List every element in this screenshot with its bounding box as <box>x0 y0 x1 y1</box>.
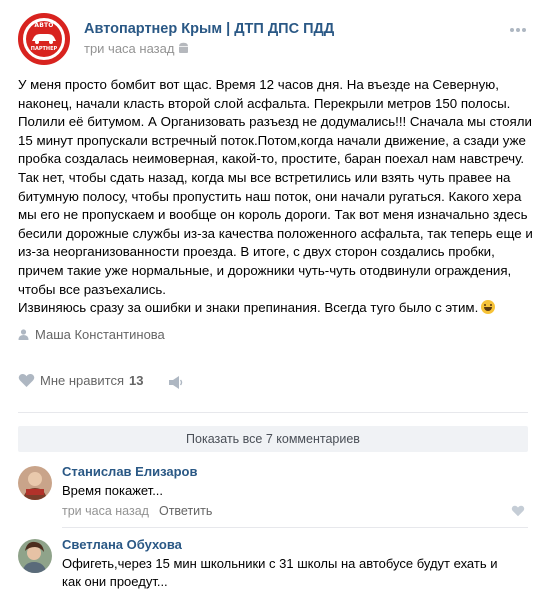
commenter-avatar[interactable] <box>18 466 52 500</box>
comment-text: Время покажет... <box>62 483 164 498</box>
post-time[interactable]: три часа назад <box>84 41 174 56</box>
share-icon[interactable] <box>169 376 183 389</box>
comment-meta: три часа назад Ответить <box>62 504 212 518</box>
post-text-line: Полили её битумом. А Организовать разъез… <box>18 114 532 130</box>
comment-time[interactable]: три часа назад <box>62 504 149 518</box>
comment-heart-icon[interactable] <box>511 505 525 517</box>
like-button[interactable]: Мне нравится 13 <box>18 373 143 393</box>
logo-text-bottom: ПАРТНЕР <box>30 46 58 52</box>
post-text-line: чтобы все разъехались. <box>18 281 166 297</box>
post-text-line-content: Извиняюсь сразу за ошибки и знаки препин… <box>18 300 479 316</box>
post-text-line: наконец, начали класть второй слой асфал… <box>18 95 511 111</box>
post-text-line: Так нет, чтобы сдать назад, когда мы все… <box>18 169 511 185</box>
post-text: У меня просто бомбит вот щас. Время 12 ч… <box>18 76 533 318</box>
like-label: Мне нравится <box>40 373 125 388</box>
post-text-line: из-за неорганизованности проезда. В итог… <box>18 244 495 260</box>
comment-item: Светлана Обухова Офигеть,через 15 мин шк… <box>18 537 528 593</box>
avatar-photo <box>18 466 52 500</box>
post-text-line: мы его не пропускаем и вообще он король … <box>18 207 528 223</box>
post-text-line: пробка создалась неимоверная, какой-то, … <box>18 151 525 167</box>
post-text-line: битумную полосу, чтобы пропустить наш по… <box>18 188 522 204</box>
like-count: 13 <box>129 373 144 388</box>
avatar-photo <box>18 539 52 573</box>
post-signer[interactable]: Маша Константинова <box>18 327 165 342</box>
post-text-line: бесили дорожные службы из-за качества по… <box>18 225 533 241</box>
post-text-line: причем такие уже нормальные, и дорожники… <box>18 262 512 278</box>
group-name-link[interactable]: Автопартнер Крым | ДТП ДПС ПДД <box>84 21 334 37</box>
logo-text-top: АВТО <box>34 22 54 29</box>
comment-divider <box>62 527 528 528</box>
post-divider <box>18 412 528 413</box>
more-options-icon[interactable] <box>509 27 527 33</box>
post-actions: Мне нравится 13 <box>18 371 528 395</box>
laughing-emoji-icon <box>481 300 496 315</box>
post-header: АВТО ПАРТНЕР Автопартнер Крым | ДТП ДПС … <box>0 0 545 72</box>
comment-text: Офигеть,через 15 мин школьники с 31 школ… <box>62 556 498 589</box>
car-logo-icon <box>32 34 56 44</box>
android-icon <box>179 42 188 53</box>
signer-name: Маша Константинова <box>35 327 165 342</box>
comment-item: Станислав Елизаров Время покажет... три … <box>18 464 528 520</box>
user-icon <box>18 329 29 340</box>
commenter-name[interactable]: Светлана Обухова <box>62 537 182 552</box>
group-avatar[interactable]: АВТО ПАРТНЕР <box>18 13 70 65</box>
post-text-line: 15 минут пропускали встречный поток.Пото… <box>18 132 526 148</box>
reply-button[interactable]: Ответить <box>159 504 212 518</box>
heart-icon <box>18 373 35 387</box>
post-text-line: У меня просто бомбит вот щас. Время 12 ч… <box>18 77 499 92</box>
post-text-line-last: Извиняюсь сразу за ошибки и знаки препин… <box>18 299 528 318</box>
commenter-avatar[interactable] <box>18 539 52 573</box>
show-all-comments-button[interactable]: Показать все 7 комментариев <box>18 426 528 452</box>
commenter-name[interactable]: Станислав Елизаров <box>62 464 197 479</box>
